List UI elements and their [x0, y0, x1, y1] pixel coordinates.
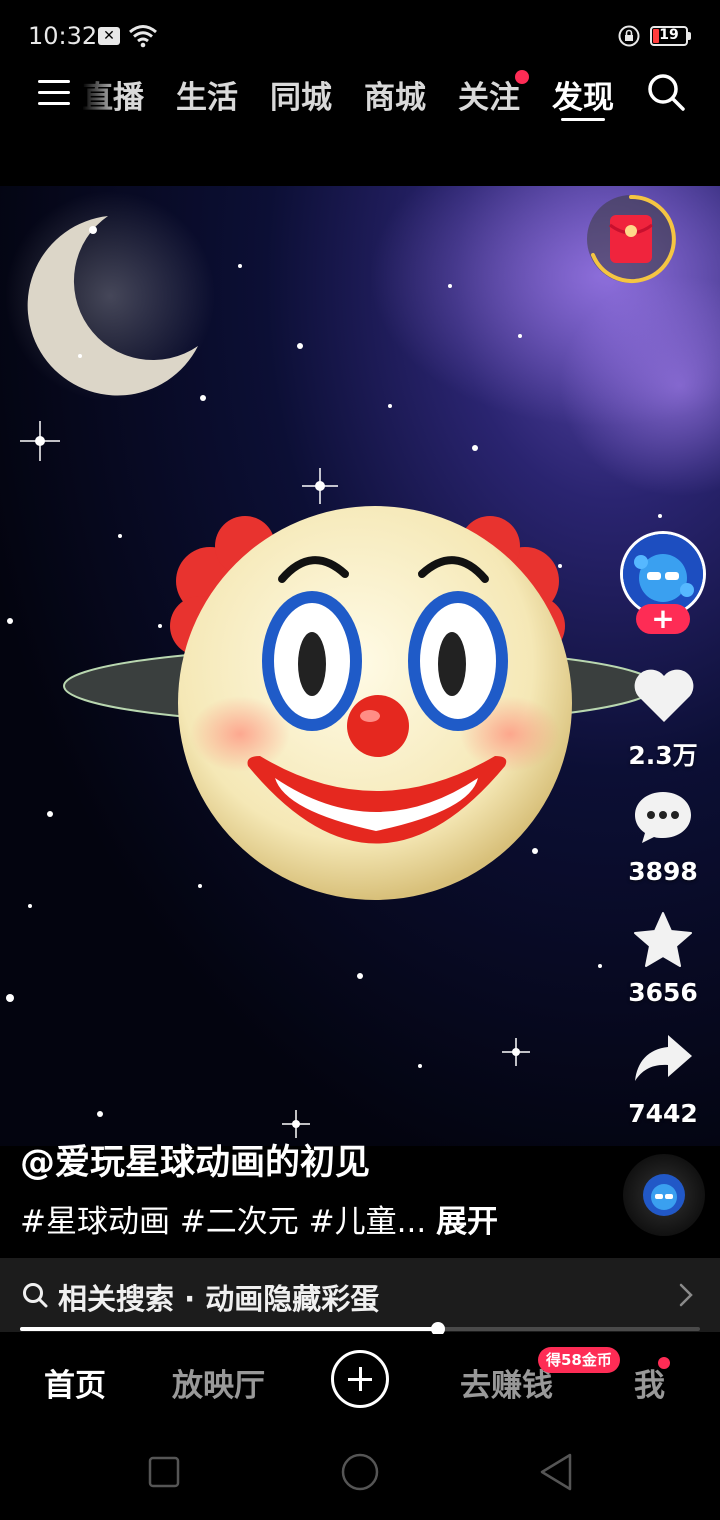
home-button[interactable] [340, 1452, 380, 1492]
notification-icon: ✕ [98, 27, 120, 45]
author-name[interactable]: @爱玩星球动画的初见 [20, 1134, 370, 1185]
related-search-text: 相关搜索 · 动画隐藏彩蛋 [58, 1282, 380, 1316]
favorite-count: 3656 [628, 978, 698, 1007]
progress-fill [20, 1327, 439, 1331]
tab-life[interactable]: 生活 [176, 72, 238, 117]
chevron-right-icon [679, 1283, 693, 1307]
video-progress-bar[interactable] [20, 1322, 700, 1336]
follow-plus-button[interactable]: + [636, 604, 690, 634]
me-notification-dot [658, 1357, 670, 1369]
wifi-icon [129, 25, 157, 48]
share-icon[interactable] [632, 1032, 694, 1084]
earn-coins-badge: 得58金币 [538, 1347, 620, 1373]
search-icon [23, 1283, 48, 1308]
back-button[interactable] [538, 1452, 574, 1492]
caption-hashtags[interactable]: #星球动画 #二次元 #儿童... [20, 1204, 426, 1240]
music-cover-image [651, 1184, 677, 1210]
heart-icon[interactable] [632, 668, 696, 724]
top-nav: 直播 生活 同城 商城 关注 发现 [0, 60, 720, 130]
system-navigation-bar [0, 1426, 720, 1520]
tab-mall[interactable]: 商城 [364, 72, 426, 117]
like-count: 2.3万 [628, 741, 698, 770]
tab-live[interactable]: 直播 [82, 72, 144, 117]
tab-home[interactable]: 首页 [44, 1360, 106, 1405]
tab-local[interactable]: 同城 [270, 72, 332, 117]
comment-icon[interactable] [632, 788, 694, 846]
create-plus-button[interactable] [331, 1350, 389, 1408]
video-caption: #星球动画 #二次元 #儿童... 展开 [20, 1196, 498, 1241]
star-icon[interactable] [632, 910, 694, 968]
tab-following[interactable]: 关注 [458, 72, 520, 117]
related-search-bar[interactable]: 相关搜索 · 动画隐藏彩蛋 [0, 1258, 720, 1332]
battery-indicator: 19 [650, 26, 688, 46]
menu-icon[interactable] [38, 77, 70, 107]
battery-level: 19 [659, 27, 679, 43]
search-icon[interactable] [646, 72, 686, 112]
comment-count: 3898 [628, 857, 698, 886]
active-tab-indicator [561, 118, 605, 121]
music-disc[interactable] [623, 1154, 705, 1236]
lock-icon [618, 25, 640, 47]
tab-discover[interactable]: 发现 [552, 72, 614, 117]
status-time: 10:32 [28, 22, 98, 50]
following-notification-dot [515, 70, 529, 84]
share-count: 7442 [628, 1099, 698, 1128]
tab-theater[interactable]: 放映厅 [172, 1360, 265, 1405]
red-packet-icon[interactable] [585, 193, 677, 285]
expand-caption-button[interactable]: 展开 [436, 1204, 498, 1240]
recent-apps-button[interactable] [148, 1456, 180, 1488]
